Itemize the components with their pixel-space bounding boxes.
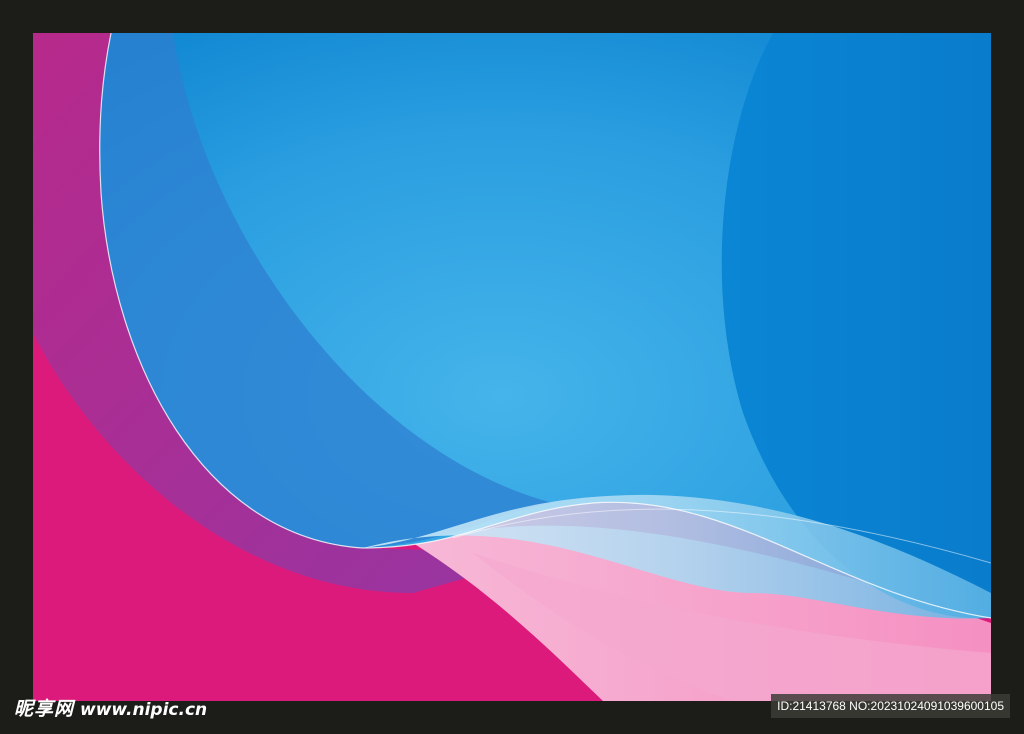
logo-text: 昵享网 <box>14 698 75 720</box>
wave-graphic <box>33 33 991 701</box>
watermark-id: ID:21413768 NO:20231024091039600105 <box>771 694 1010 718</box>
background-artwork <box>33 33 991 701</box>
watermark-logo: 昵享网 www.nipic.cn <box>14 694 207 724</box>
site-url: www.nipic.cn <box>80 700 208 720</box>
